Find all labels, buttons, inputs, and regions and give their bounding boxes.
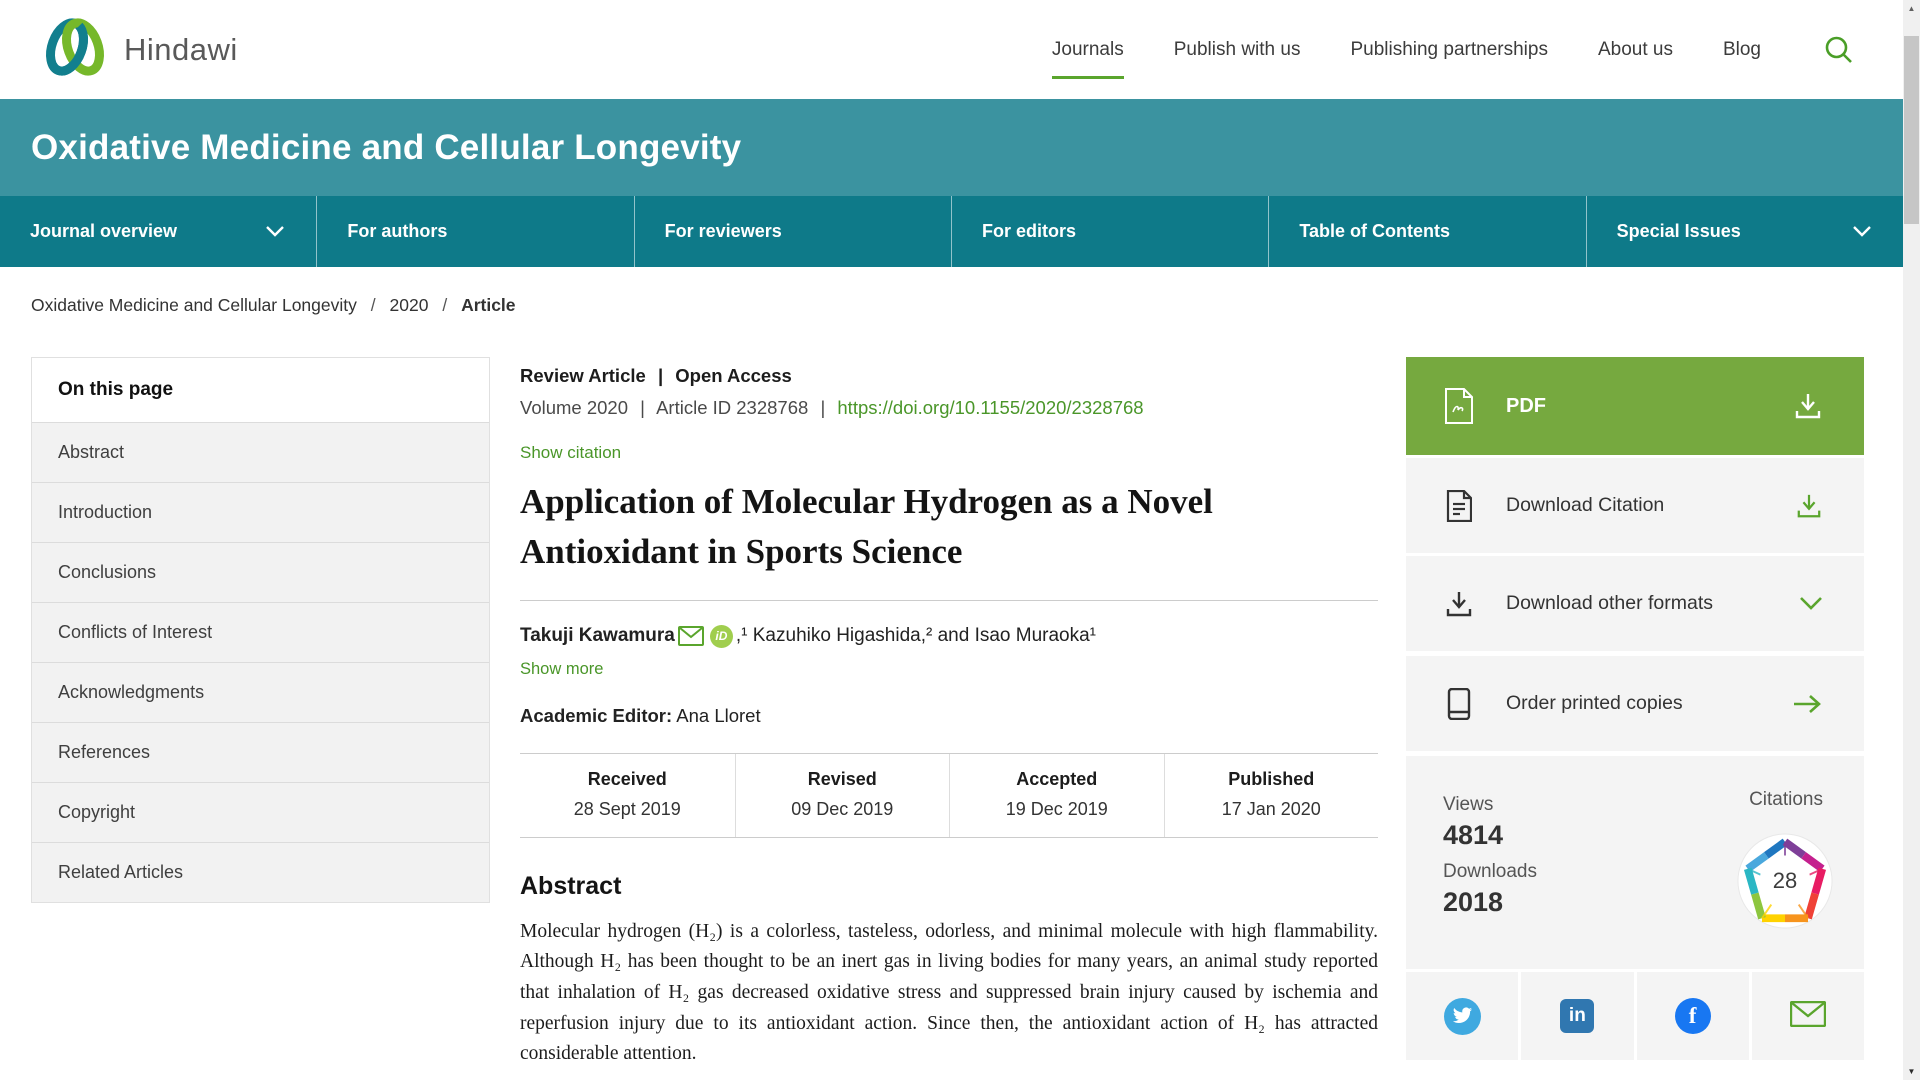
article-main: Review Article | Open Access Volume 2020… xyxy=(520,357,1378,1070)
share-twitter-button[interactable] xyxy=(1406,972,1518,1060)
jnav-journal-overview[interactable]: Journal overview xyxy=(0,196,317,267)
share-linkedin-button[interactable]: in xyxy=(1521,972,1633,1060)
linkedin-icon: in xyxy=(1560,999,1594,1033)
show-citation-link[interactable]: Show citation xyxy=(520,443,621,463)
citation-file-icon xyxy=(1444,490,1474,522)
toc-item-related-articles[interactable]: Related Articles xyxy=(32,842,489,902)
page-scrollbar[interactable]: ▲ ▼ xyxy=(1903,0,1920,1080)
nav-journals[interactable]: Journals xyxy=(1052,25,1124,75)
chevron-down-icon xyxy=(1853,226,1871,237)
scrollbar-down-arrow[interactable]: ▼ xyxy=(1903,1063,1920,1080)
nav-publishing-partnerships[interactable]: Publishing partnerships xyxy=(1350,25,1548,75)
date-revised: Revised 09 Dec 2019 xyxy=(735,754,950,837)
arrow-right-icon xyxy=(1792,693,1822,715)
date-accepted: Accepted 19 Dec 2019 xyxy=(949,754,1164,837)
academic-editor-line: Academic Editor: Ana Lloret xyxy=(520,705,1378,727)
journal-title: Oxidative Medicine and Cellular Longevit… xyxy=(31,128,741,168)
toc-item-abstract[interactable]: Abstract xyxy=(32,422,489,482)
article-meta-line: Volume 2020 | Article ID 2328768 | https… xyxy=(520,397,1378,419)
email-icon xyxy=(1790,1001,1826,1032)
abstract-heading: Abstract xyxy=(520,872,1378,901)
action-sidebar: PDF Download Citation xyxy=(1406,357,1864,1060)
chevron-down-icon xyxy=(1800,597,1822,610)
show-more-link[interactable]: Show more xyxy=(520,660,603,679)
breadcrumb-journal[interactable]: Oxidative Medicine and Cellular Longevit… xyxy=(31,295,357,315)
breadcrumb-year[interactable]: 2020 xyxy=(390,295,429,315)
jnav-for-reviewers[interactable]: For reviewers xyxy=(635,196,952,267)
on-this-page-panel: On this page Abstract Introduction Concl… xyxy=(31,357,490,903)
orcid-icon[interactable]: iD xyxy=(710,625,733,648)
scrollbar-up-arrow[interactable]: ▲ xyxy=(1903,0,1920,17)
article-type-line: Review Article | Open Access xyxy=(520,365,1378,387)
toc-item-copyright[interactable]: Copyright xyxy=(32,782,489,842)
book-icon xyxy=(1444,688,1474,720)
jnav-table-of-contents[interactable]: Table of Contents xyxy=(1269,196,1586,267)
download-icon xyxy=(1794,392,1822,420)
author-takuji-kawamura[interactable]: Takuji Kawamura xyxy=(520,625,675,647)
jnav-for-authors[interactable]: For authors xyxy=(317,196,634,267)
email-author-icon[interactable] xyxy=(678,626,704,646)
author-rest: ,¹ Kazuhiko Higashida,² and Isao Muraoka… xyxy=(736,625,1096,647)
toc-item-references[interactable]: References xyxy=(32,722,489,782)
social-share-row: in f xyxy=(1406,972,1864,1060)
search-icon[interactable] xyxy=(1823,34,1855,66)
toc-item-acknowledgments[interactable]: Acknowledgments xyxy=(32,662,489,722)
hindawi-logo[interactable]: Hindawi xyxy=(40,16,238,83)
site-header: Hindawi Journals Publish with us Publish… xyxy=(0,0,1903,99)
breadcrumb-article: Article xyxy=(461,295,515,315)
nav-about-us[interactable]: About us xyxy=(1598,25,1673,75)
download-citation-button[interactable]: Download Citation xyxy=(1406,458,1864,553)
metrics-panel: Views 4814 Downloads 2018 Citations xyxy=(1406,756,1864,969)
pdf-download-button[interactable]: PDF xyxy=(1406,357,1864,455)
altmetric-score: 28 xyxy=(1736,832,1834,930)
share-email-button[interactable] xyxy=(1752,972,1864,1060)
citations-label: Citations xyxy=(1749,789,1823,811)
chevron-down-icon xyxy=(266,226,284,237)
download-icon xyxy=(1796,493,1822,519)
facebook-icon: f xyxy=(1675,998,1711,1034)
date-published: Published 17 Jan 2020 xyxy=(1164,754,1379,837)
article-title: Application of Molecular Hydrogen as a N… xyxy=(520,477,1378,578)
nav-publish-with-us[interactable]: Publish with us xyxy=(1174,25,1301,75)
breadcrumb: Oxidative Medicine and Cellular Longevit… xyxy=(31,295,516,316)
pdf-file-icon xyxy=(1444,388,1474,424)
top-nav: Journals Publish with us Publishing part… xyxy=(1052,25,1855,75)
hindawi-logo-icon xyxy=(40,16,110,83)
nav-blog[interactable]: Blog xyxy=(1723,25,1761,75)
author-list: Takuji Kawamura iD ,¹ Kazuhiko Higashida… xyxy=(520,625,1378,648)
altmetric-badge[interactable]: 28 xyxy=(1736,832,1834,930)
share-facebook-button[interactable]: f xyxy=(1637,972,1749,1060)
toc-item-conflicts[interactable]: Conflicts of Interest xyxy=(32,602,489,662)
toc-item-introduction[interactable]: Introduction xyxy=(32,482,489,542)
doi-link[interactable]: https://doi.org/10.1155/2020/2328768 xyxy=(837,397,1143,418)
date-received: Received 28 Sept 2019 xyxy=(520,754,735,837)
download-other-formats-button[interactable]: Download other formats xyxy=(1406,556,1864,651)
download-tray-icon xyxy=(1444,590,1474,618)
jnav-for-editors[interactable]: For editors xyxy=(952,196,1269,267)
toc-item-conclusions[interactable]: Conclusions xyxy=(32,542,489,602)
dates-table: Received 28 Sept 2019 Revised 09 Dec 201… xyxy=(520,753,1378,838)
hindawi-logo-text: Hindawi xyxy=(124,32,238,68)
scrollbar-thumb[interactable] xyxy=(1904,36,1919,224)
twitter-icon xyxy=(1444,998,1481,1035)
order-printed-copies-button[interactable]: Order printed copies xyxy=(1406,656,1864,751)
academic-editor-name: Ana Lloret xyxy=(676,705,760,726)
journal-banner: Oxidative Medicine and Cellular Longevit… xyxy=(0,99,1903,196)
journal-nav: Journal overview For authors For reviewe… xyxy=(0,196,1903,267)
on-this-page-title: On this page xyxy=(32,358,489,422)
jnav-special-issues[interactable]: Special Issues xyxy=(1587,196,1903,267)
abstract-text: Molecular hydrogen (H₂) is a colorless, … xyxy=(520,917,1378,1070)
title-divider xyxy=(520,600,1378,601)
